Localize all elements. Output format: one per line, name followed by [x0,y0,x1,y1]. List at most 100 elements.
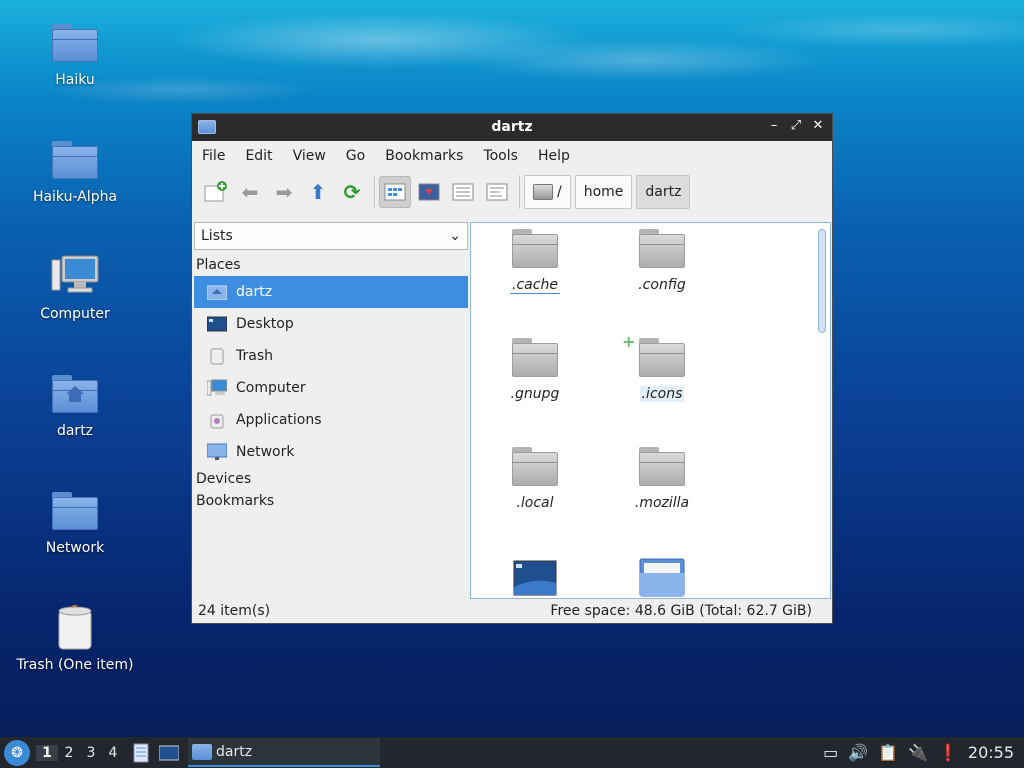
file-name: .cache [510,277,560,294]
workspace-2[interactable]: 2 [58,745,80,761]
scrollbar[interactable] [818,229,826,333]
clock[interactable]: 20:55 [968,743,1014,762]
chevron-down-icon: ⌄ [449,228,461,244]
menu-help[interactable]: Help [538,148,570,164]
file-item[interactable] [602,557,722,598]
breadcrumb-home[interactable]: home [574,175,633,209]
menu-tools[interactable]: Tools [483,148,518,164]
new-tab-button[interactable] [200,176,232,208]
file-name: .gnupg [510,386,560,402]
status-bar: 24 item(s) Free space: 48.6 GiB (Total: … [192,599,832,623]
menu-bookmarks[interactable]: Bookmarks [385,148,463,164]
desktop-icon-dartz[interactable]: dartz [10,371,140,439]
folder-icon [52,141,98,179]
file-item[interactable]: + .icons [602,332,722,402]
file-item[interactable] [475,557,595,598]
window-title: dartz [491,119,533,135]
task-dartz[interactable]: dartz [188,738,380,767]
compact-view-button[interactable] [447,176,479,208]
up-button[interactable]: ⬆ [302,176,334,208]
desktop-icon-label: dartz [56,423,94,439]
detailed-view-button[interactable] [481,176,513,208]
show-desktop-button[interactable] [158,743,180,763]
desktop-icon-trash[interactable]: Trash (One item) [10,602,140,673]
file-item[interactable]: .gnupg [475,338,595,402]
workspace-1[interactable]: 1 [36,744,58,761]
updates-alert-icon[interactable]: ❗ [938,743,958,762]
bookmarks-heading[interactable]: Bookmarks [194,490,468,512]
desktop-folder-icon [513,560,557,596]
place-item-network[interactable]: Network [194,436,468,468]
start-menu-button[interactable]: ❂ [4,739,30,766]
network-folder-icon [52,492,98,530]
place-item-trash[interactable]: Trash [194,340,468,372]
folder-icon [512,338,558,378]
notes-icon[interactable]: 📋 [878,743,898,762]
minimize-button[interactable]: – [768,118,780,133]
breadcrumb-dartz[interactable]: dartz [636,175,691,209]
thumbnail-view-button[interactable] [413,176,445,208]
clipboard-icon[interactable]: ▭ [823,743,838,762]
file-item[interactable]: .config [602,229,722,293]
taskbar: ❂ 1 2 3 4 dartz ▭ 🔊 📋 🔌 ❗ 20:55 [0,737,1024,768]
place-item-computer[interactable]: Computer [194,372,468,404]
menu-file[interactable]: File [202,148,225,164]
computer-icon [206,379,228,397]
side-pane: Lists ⌄ Places dartz Desktop Trash Compu… [194,222,468,600]
maximize-button[interactable]: ⤢ [790,118,802,133]
place-item-label: dartz [236,284,273,300]
file-item[interactable]: .mozilla [602,447,722,511]
desktop-icon-label: Haiku [55,72,95,88]
thumbnail-view-icon [418,183,440,201]
show-desktop-icon [159,745,179,760]
compact-view-icon [452,183,474,201]
side-pane-mode-select[interactable]: Lists ⌄ [194,222,468,250]
place-item-label: Trash [236,348,273,364]
back-button[interactable]: ⬅ [234,176,266,208]
menu-view[interactable]: View [293,148,326,164]
reload-icon: ⟳ [343,180,361,204]
desktop-icon-computer[interactable]: Computer [10,254,140,322]
file-item[interactable]: .cache [475,229,595,294]
desktop-icon-haiku[interactable]: Haiku [10,20,140,88]
desktop-icon-label: Trash (One item) [16,657,134,673]
breadcrumb-root[interactable]: / [524,175,571,209]
forward-button[interactable]: ➡ [268,176,300,208]
trash-icon [206,347,228,365]
network-status-icon[interactable]: 🔌 [908,743,928,762]
file-manager-window: dartz – ⤢ ✕ File Edit View Go Bookmarks … [191,113,833,624]
folder-icon [52,24,98,62]
new-tab-icon [204,181,227,202]
lubuntu-logo-icon: ❂ [11,744,23,761]
close-button[interactable]: ✕ [812,118,824,133]
network-icon [206,443,228,461]
place-item-desktop[interactable]: Desktop [194,308,468,340]
reload-button[interactable]: ⟳ [336,176,368,208]
desktop-icon-haiku-alpha[interactable]: Haiku-Alpha [10,137,140,205]
drive-icon [533,184,553,200]
place-item-applications[interactable]: Applications [194,404,468,436]
place-item-dartz[interactable]: dartz [194,276,468,308]
file-name: .config [638,277,686,293]
devices-heading[interactable]: Devices [194,468,468,490]
breadcrumb-label: home [583,184,624,200]
file-manager-launcher[interactable] [130,743,152,763]
volume-icon[interactable]: 🔊 [848,743,868,762]
folder-icon [639,447,685,487]
desktop-icon-network[interactable]: Network [10,488,140,556]
computer-icon [51,255,99,293]
workspace-3[interactable]: 3 [80,745,102,761]
menu-go[interactable]: Go [346,148,365,164]
file-item[interactable]: .local [475,447,595,511]
workspace-4[interactable]: 4 [102,745,124,761]
window-titlebar[interactable]: dartz – ⤢ ✕ [192,114,832,141]
place-item-label: Computer [236,380,306,396]
side-pane-mode-label: Lists [201,228,233,244]
toolbar-separator [374,175,375,209]
documents-folder-icon [639,558,685,597]
toolbar: ⬅ ➡ ⬆ ⟳ / home dartz [192,171,832,213]
icon-view-button[interactable] [379,176,411,208]
forward-arrow-icon: ➡ [275,180,293,204]
menu-edit[interactable]: Edit [245,148,272,164]
detailed-view-icon [486,183,508,201]
